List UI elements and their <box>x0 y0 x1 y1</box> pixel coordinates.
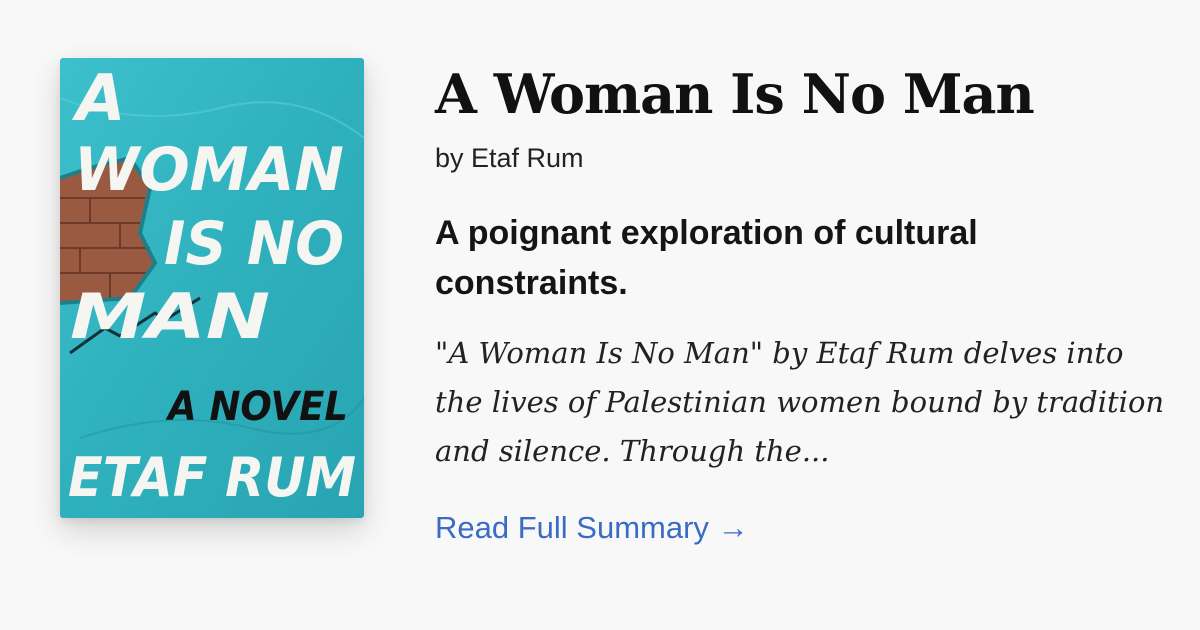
cover-title-line: A <box>71 62 126 136</box>
book-cover: A WOMAN IS NO MAN A NOVEL ETAF RUM <box>60 58 364 518</box>
book-tagline: A poignant exploration of cultural const… <box>435 214 978 302</box>
cover-title-line: WOMAN <box>74 135 344 205</box>
cover-subtitle: A NOVEL <box>165 384 348 430</box>
cover-author: ETAF RUM <box>68 446 356 509</box>
cover-title-line: IS NO <box>164 209 344 279</box>
book-cover-art: A WOMAN IS NO MAN A NOVEL ETAF RUM <box>60 58 364 518</box>
read-full-summary-link[interactable]: Read Full Summary → <box>435 508 749 548</box>
book-summary-excerpt: "A Woman Is No Man" by Etaf Rum delves i… <box>435 336 1165 468</box>
book-author: by Etaf Rum <box>435 143 584 173</box>
book-title: A Woman Is No Man <box>435 62 1035 126</box>
cover-title-line: MAN <box>70 280 270 353</box>
